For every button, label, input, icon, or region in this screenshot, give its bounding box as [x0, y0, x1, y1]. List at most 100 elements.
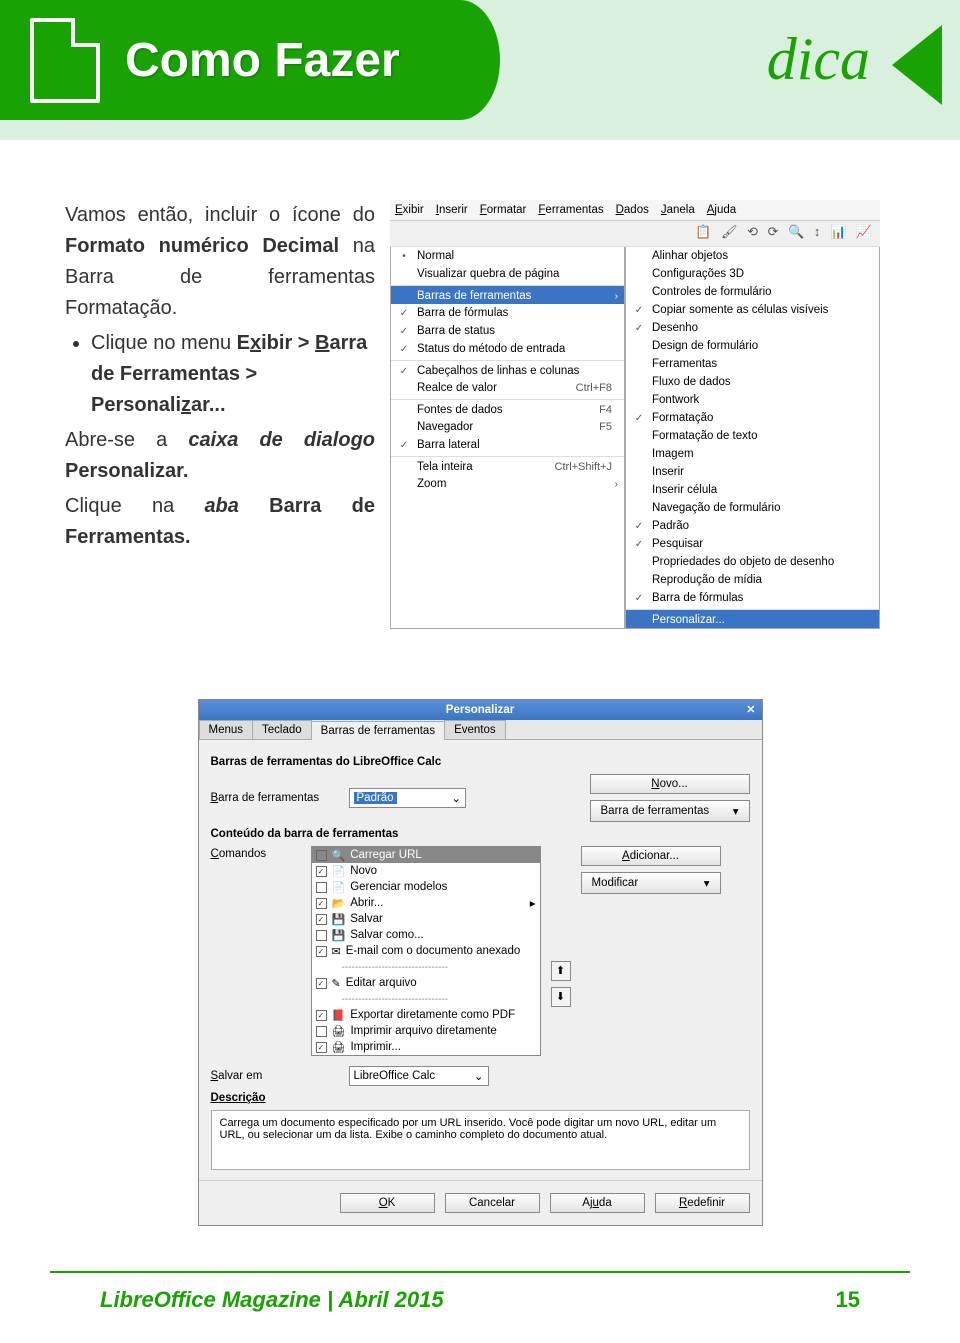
submenu-item[interactable]: Controles de formulário [626, 283, 879, 301]
document-icon [30, 18, 100, 103]
menu-inserir[interactable]: Inserir [436, 204, 468, 216]
menu-item[interactable]: ✓Barra de fórmulas [391, 304, 624, 322]
submenu-item[interactable]: Alinhar objetos [626, 247, 879, 265]
menu-item[interactable]: Visualizar quebra de página [391, 265, 624, 283]
modificar-button[interactable]: Modificar ▾ [581, 872, 721, 894]
txt [239, 495, 269, 517]
article-text: Vamos então, incluir o ícone do Formato … [65, 200, 375, 629]
submenu-item[interactable]: Navegação de formulário [626, 499, 879, 517]
menu-item[interactable]: ✓Barra lateral [391, 436, 624, 454]
submenu-item[interactable]: Personalizar... [626, 609, 879, 628]
footer-text: LibreOffice Magazine | Abril 2015 [100, 1287, 444, 1313]
chevron-down-icon: ⌄ [451, 791, 461, 805]
row-barra: Barra de ferramentas Padrão ⌄ Novo... Ba… [211, 774, 750, 822]
barra-dropdown-button[interactable]: Barra de ferramentas ▾ [590, 800, 750, 822]
page-number: 15 [836, 1287, 860, 1313]
submenu-item[interactable]: ✓Barra de fórmulas [626, 589, 879, 607]
submenu-item[interactable]: Ferramentas [626, 355, 879, 373]
menu-item[interactable]: Tela inteiraCtrl+Shift+J [391, 456, 624, 475]
header-tag: dica [767, 25, 870, 94]
cmd-item[interactable]: 💾Salvar como... [312, 927, 540, 943]
submenu-item[interactable]: ✓Formatação [626, 409, 879, 427]
barra-value: Padrão [354, 792, 397, 804]
commands-list[interactable]: 🔍Carregar URL✓📄Novo📄Gerenciar modelos✓📂A… [311, 846, 541, 1056]
cmd-item[interactable]: ✓📕Exportar diretamente como PDF [312, 1007, 540, 1023]
submenu-item[interactable]: Fontwork [626, 391, 879, 409]
article-bullets: Clique no menu Exibir > Barra de Ferrame… [65, 328, 375, 421]
txt: Vamos então, incluir o ícone do [65, 204, 375, 226]
submenu-item[interactable]: Fluxo de dados [626, 373, 879, 391]
move-up-button[interactable]: ⬆ [551, 961, 571, 981]
cancel-button[interactable]: Cancelar [445, 1193, 540, 1213]
txt: ar... [191, 394, 225, 416]
toolbar-icons: 📋 🖌 ⟲ ⟳ 🔍 ↕ 📊 📈 [695, 224, 875, 240]
adicionar-button[interactable]: Adicionar... [581, 846, 721, 866]
submenu-item[interactable]: Formatação de texto [626, 427, 879, 445]
menu-item[interactable]: ✓Status do método de entrada [391, 340, 624, 358]
menu-item[interactable]: •Normal [391, 247, 624, 265]
menu-item[interactable]: Realce de valorCtrl+F8 [391, 379, 624, 397]
chevron-down-icon: ▾ [704, 876, 710, 890]
menu-item[interactable]: ✓Cabeçalhos de linhas e colunas [391, 360, 624, 379]
menu-formatar[interactable]: Formatar [480, 204, 527, 216]
cmd-item[interactable]: 🔍Carregar URL [312, 847, 540, 863]
tab-barras-de-ferramentas[interactable]: Barras de ferramentas [311, 721, 445, 740]
submenu-item[interactable]: ✓Copiar somente as células visíveis [626, 301, 879, 319]
cmd-item[interactable]: ✓🔍Visualizar página [312, 1055, 540, 1056]
menu-item[interactable]: Barras de ferramentas› [391, 285, 624, 304]
cmd-item[interactable]: ✓💾Salvar [312, 911, 540, 927]
submenu-item[interactable]: Reprodução de mídia [626, 571, 879, 589]
tab-teclado[interactable]: Teclado [252, 720, 312, 739]
reset-button[interactable]: Redefinir [655, 1193, 750, 1213]
right-buttons-1: Novo... Barra de ferramentas ▾ [590, 774, 750, 822]
close-icon[interactable]: ✕ [746, 703, 755, 716]
novo-button[interactable]: Novo... [590, 774, 750, 794]
menu-item[interactable]: ✓Barra de status [391, 322, 624, 340]
section1-title: Barras de ferramentas do LibreOffice Cal… [211, 756, 750, 768]
submenu-item[interactable]: ✓Pesquisar [626, 535, 879, 553]
cmd-item[interactable]: ✓✎Editar arquivo [312, 975, 540, 991]
submenu-item[interactable]: Propriedades do objeto de desenho [626, 553, 879, 571]
submenu-item[interactable]: ✓Desenho [626, 319, 879, 337]
cmd-item[interactable]: 📄Gerenciar modelos [312, 879, 540, 895]
submenu-barras: Alinhar objetosConfigurações 3DControles… [625, 247, 880, 629]
cmd-item[interactable]: ✓✉E-mail com o documento anexado [312, 943, 540, 959]
menu-ajuda[interactable]: Ajuda [707, 204, 736, 216]
cmd-item[interactable]: ✓📄Novo [312, 863, 540, 879]
ok-button[interactable]: OK [340, 1193, 435, 1213]
reorder-buttons: ⬆ ⬇ [551, 846, 571, 1056]
txt: E [237, 332, 250, 354]
menu-item[interactable]: Fontes de dadosF4 [391, 399, 624, 418]
tab-eventos[interactable]: Eventos [444, 720, 506, 739]
help-button[interactable]: Ajuda [550, 1193, 645, 1213]
page-header: Como Fazer dica [0, 0, 960, 140]
txt: B [315, 332, 329, 354]
dialog-body: Barras de ferramentas do LibreOffice Cal… [199, 740, 762, 1180]
menu-exibir: •NormalVisualizar quebra de página Barras… [390, 247, 625, 629]
header-title: Como Fazer [125, 33, 400, 88]
barra-label: Barra de ferramentas [211, 792, 341, 804]
menu-ferramentas[interactable]: Ferramentas [538, 204, 603, 216]
commands-area: Comandos 🔍Carregar URL✓📄Novo📄Gerenciar m… [211, 846, 750, 1056]
menu-janela[interactable]: Janela [661, 204, 695, 216]
cmd-item[interactable]: ✓🖨Imprimir... [312, 1039, 540, 1055]
menu-dados[interactable]: Dados [616, 204, 649, 216]
salvar-select[interactable]: LibreOffice Calc ⌄ [349, 1066, 489, 1086]
submenu-item[interactable]: Inserir célula [626, 481, 879, 499]
cmd-item[interactable]: 🖨Imprimir arquivo diretamente [312, 1023, 540, 1039]
barra-select[interactable]: Padrão ⌄ [349, 788, 467, 808]
menu-exibir[interactable]: Exibir [395, 204, 424, 216]
tab-menus[interactable]: Menus [199, 720, 254, 739]
txt: Abre-se a [65, 429, 188, 451]
content-area: Vamos então, incluir o ícone do Formato … [0, 140, 960, 629]
submenu-item[interactable]: Inserir [626, 463, 879, 481]
move-down-button[interactable]: ⬇ [551, 987, 571, 1007]
submenu-item[interactable]: ✓Padrão [626, 517, 879, 535]
submenu-item[interactable]: Configurações 3D [626, 265, 879, 283]
menu-item[interactable]: NavegadorF5 [391, 418, 624, 436]
menu-item[interactable]: Zoom› [391, 475, 624, 493]
toolbar: 📋 🖌 ⟲ ⟳ 🔍 ↕ 📊 📈 [390, 221, 880, 247]
cmd-item[interactable]: ✓📂Abrir...▸ [312, 895, 540, 911]
submenu-item[interactable]: Imagem [626, 445, 879, 463]
submenu-item[interactable]: Design de formulário [626, 337, 879, 355]
